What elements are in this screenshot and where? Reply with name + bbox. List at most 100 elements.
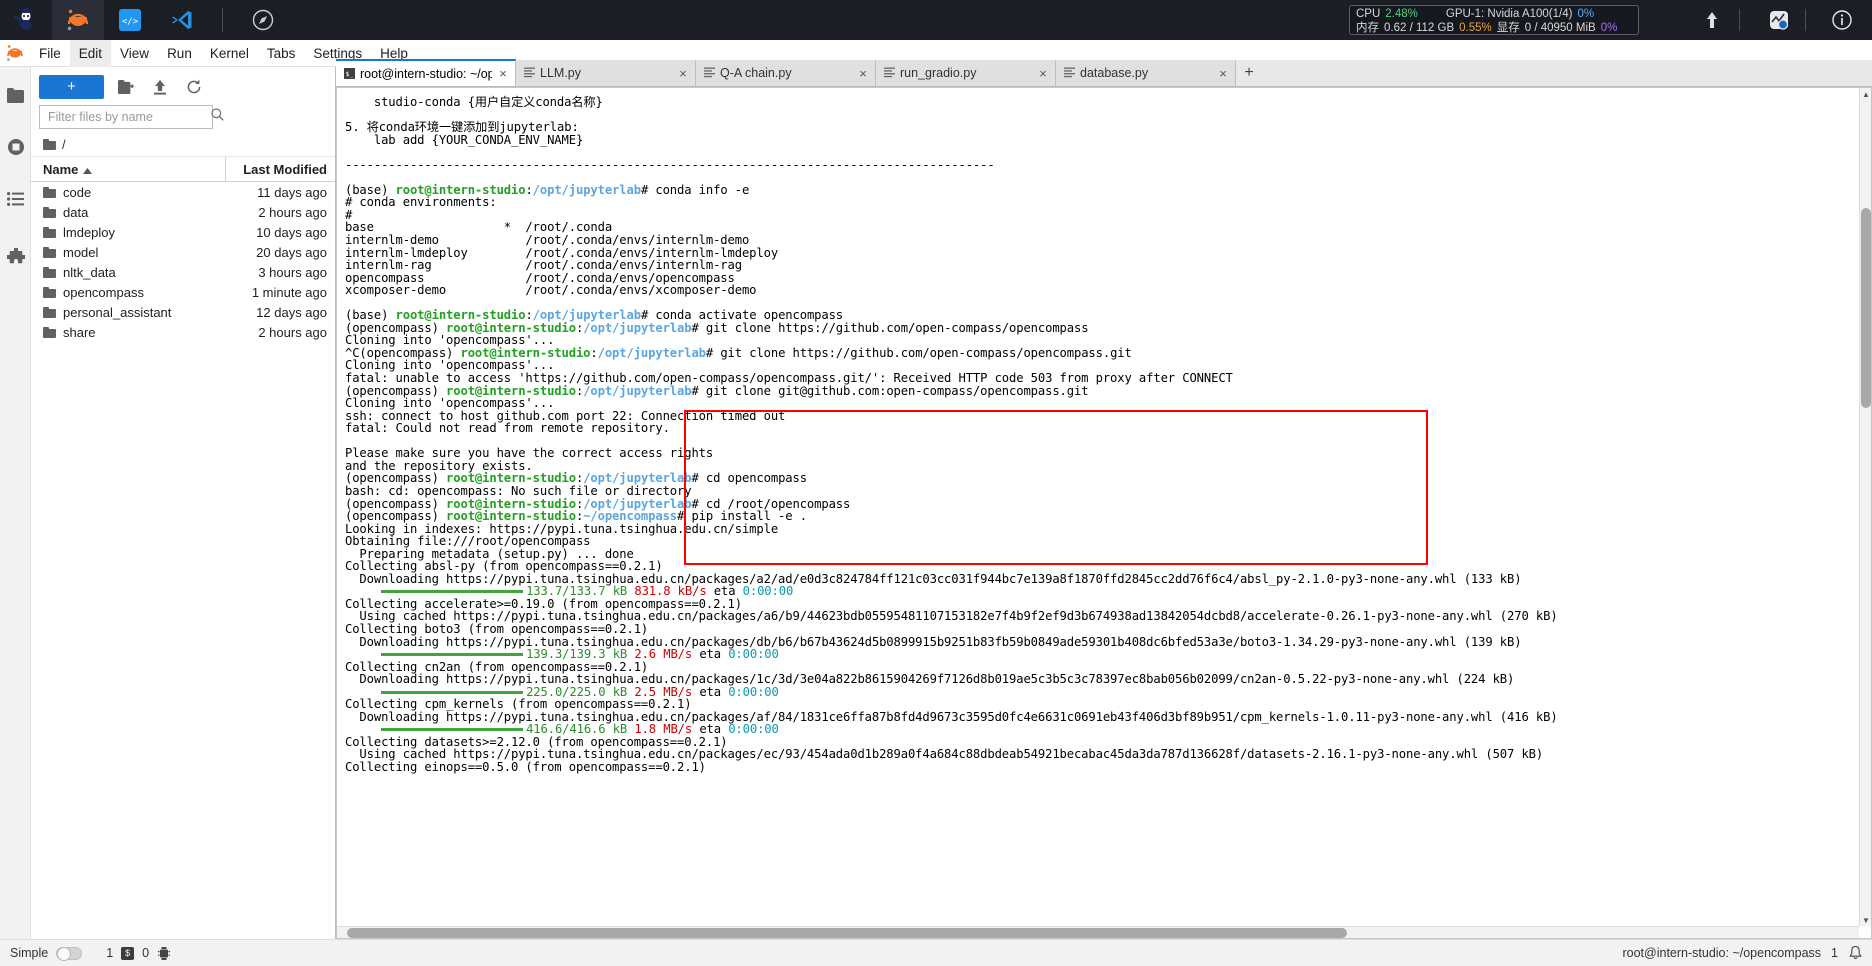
running-terminals-icon[interactable]	[0, 127, 31, 167]
bell-icon[interactable]	[1848, 946, 1862, 960]
file-list-item[interactable]: lmdeploy 10 days ago	[31, 222, 335, 242]
activity-monitor-icon[interactable]	[1767, 8, 1791, 32]
file-browser-icon[interactable]	[0, 75, 31, 115]
file-item-modified: 3 hours ago	[258, 264, 327, 280]
terminal-text: # cd opencompass	[691, 471, 807, 486]
terminal-output[interactable]: studio-conda {用户自定义conda名称} 5. 将conda环境一…	[337, 88, 1859, 926]
svg-text:$_: $_	[346, 70, 354, 78]
info-icon[interactable]	[1830, 8, 1854, 32]
editor-tab[interactable]: $_ root@intern-studio: ~/ope ×	[336, 59, 516, 86]
file-item-modified: 2 hours ago	[258, 324, 327, 340]
file-item-modified: 10 days ago	[256, 224, 327, 240]
app-jupyter-logo[interactable]	[52, 0, 104, 40]
terminal-text: Collecting einops==0.5.0 (from opencompa…	[345, 759, 706, 774]
close-icon[interactable]: ×	[497, 66, 509, 81]
scroll-up-arrow-icon[interactable]: ▲	[1860, 88, 1871, 100]
terminal-chip-icon[interactable]: $	[121, 946, 135, 960]
new-folder-icon[interactable]	[114, 75, 138, 99]
simple-mode-toggle[interactable]	[56, 946, 83, 961]
gpu-value: 0%	[1577, 8, 1595, 20]
editor-tab[interactable]: database.py ×	[1056, 60, 1236, 86]
folder-icon	[43, 226, 56, 238]
column-header-name[interactable]: Name	[43, 162, 225, 177]
download-progress-bar	[381, 728, 524, 732]
file-list-item[interactable]: code 11 days ago	[31, 182, 335, 202]
filter-files-field[interactable]	[39, 105, 224, 129]
breadcrumb-root[interactable]: /	[62, 137, 66, 152]
breadcrumb[interactable]: /	[31, 133, 335, 157]
editor-tab[interactable]: run_gradio.py ×	[876, 60, 1056, 86]
file-text-icon	[884, 67, 895, 79]
close-icon[interactable]: ×	[1217, 66, 1229, 81]
horizontal-scroll-thumb[interactable]	[347, 928, 1347, 938]
menu-item-tabs[interactable]: Tabs	[258, 40, 305, 67]
upload-files-icon[interactable]	[148, 75, 172, 99]
file-list-item[interactable]: personal_assistant 12 days ago	[31, 302, 335, 322]
file-item-name-cell: personal_assistant	[43, 305, 225, 320]
menu-item-file[interactable]: File	[30, 40, 70, 67]
terminal-line: Please make sure you have the correct ac…	[345, 447, 1859, 460]
terminals-count: 1	[106, 946, 114, 960]
file-list-item[interactable]: nltk_data 3 hours ago	[31, 262, 335, 282]
extensions-icon[interactable]	[0, 237, 31, 277]
search-input[interactable]	[46, 109, 211, 125]
scroll-down-arrow-icon[interactable]: ▼	[1860, 914, 1871, 926]
column-header-last-modified[interactable]: Last Modified	[225, 156, 335, 182]
terminal-vertical-scrollbar[interactable]: ▲ ▼	[1859, 88, 1871, 926]
close-icon[interactable]: ×	[677, 66, 689, 81]
file-item-label: nltk_data	[63, 264, 116, 280]
folder-icon	[43, 139, 56, 150]
cpu-label: CPU	[1356, 8, 1381, 20]
editor-tab[interactable]: Q-A chain.py ×	[696, 60, 876, 86]
terminal-text: Downloading https://pypi.tuna.tsinghua.e…	[345, 571, 1522, 586]
menu-item-view[interactable]: View	[111, 40, 158, 67]
file-list-item[interactable]: opencompass 1 minute ago	[31, 282, 335, 302]
menu-item-run[interactable]: Run	[158, 40, 201, 67]
file-list-item[interactable]: data 2 hours ago	[31, 202, 335, 222]
terminal-text: # conda info -e	[640, 182, 750, 197]
jupyter-logo-small	[0, 40, 30, 67]
app-vscode-icon[interactable]	[156, 0, 208, 40]
terminal-text: # git clone https://github.com/open-comp…	[705, 345, 1132, 360]
file-list-item[interactable]: model 20 days ago	[31, 242, 335, 262]
app-internstudio-logo[interactable]	[0, 0, 52, 40]
memory-percent: 0.55%	[1459, 22, 1492, 34]
table-of-contents-icon[interactable]	[0, 179, 31, 219]
app-code-server-icon[interactable]: </>	[104, 0, 156, 40]
file-item-name-cell: model	[43, 245, 225, 260]
file-item-label: code	[63, 184, 92, 200]
new-launcher-button[interactable]: +	[39, 75, 104, 99]
editor-tab-label: run_gradio.py	[900, 66, 977, 80]
file-item-name-cell: code	[43, 185, 225, 200]
terminal-horizontal-scrollbar[interactable]	[337, 926, 1859, 938]
kernel-icon[interactable]	[157, 946, 171, 960]
memory-value: 0.62 / 112 GB	[1384, 22, 1455, 34]
terminal-line: Collecting einops==0.5.0 (from opencompa…	[345, 761, 1859, 774]
topbar-divider	[222, 8, 223, 32]
notification-count: 1	[1831, 946, 1838, 960]
refresh-icon[interactable]	[182, 75, 206, 99]
file-text-icon	[524, 67, 535, 79]
vram-value: 0 / 40950 MiB	[1524, 22, 1596, 34]
file-browser-toolbar: +	[31, 67, 335, 103]
editor-tab-bar: $_ root@intern-studio: ~/ope × LLM.py × Q-A c…	[336, 59, 1872, 87]
editor-tab[interactable]: LLM.py ×	[516, 60, 696, 86]
search-icon	[211, 108, 224, 126]
svg-text:</>: </>	[122, 17, 139, 27]
menu-item-kernel[interactable]: Kernel	[201, 40, 258, 67]
vertical-scroll-thumb[interactable]	[1861, 208, 1871, 408]
close-icon[interactable]: ×	[1037, 66, 1049, 81]
menu-item-edit[interactable]: Edit	[69, 39, 112, 67]
terminal-text: # git clone git@github.com:open-compass/…	[691, 383, 1089, 398]
app-compass-icon[interactable]	[237, 0, 289, 40]
close-icon[interactable]: ×	[857, 66, 869, 81]
terminal-line: ----------------------------------------…	[345, 158, 1859, 172]
file-item-modified: 1 minute ago	[251, 284, 327, 300]
terminal-text: /opt/jupyterlab	[583, 383, 692, 398]
terminal-text: /opt/jupyterlab	[583, 320, 692, 335]
new-tab-button[interactable]: +	[1236, 60, 1262, 86]
terminal-text: /opt/jupyterlab	[597, 345, 706, 360]
file-list-item[interactable]: share 2 hours ago	[31, 322, 335, 342]
column-header-name-label: Name	[43, 161, 79, 177]
upload-icon[interactable]	[1700, 8, 1724, 32]
